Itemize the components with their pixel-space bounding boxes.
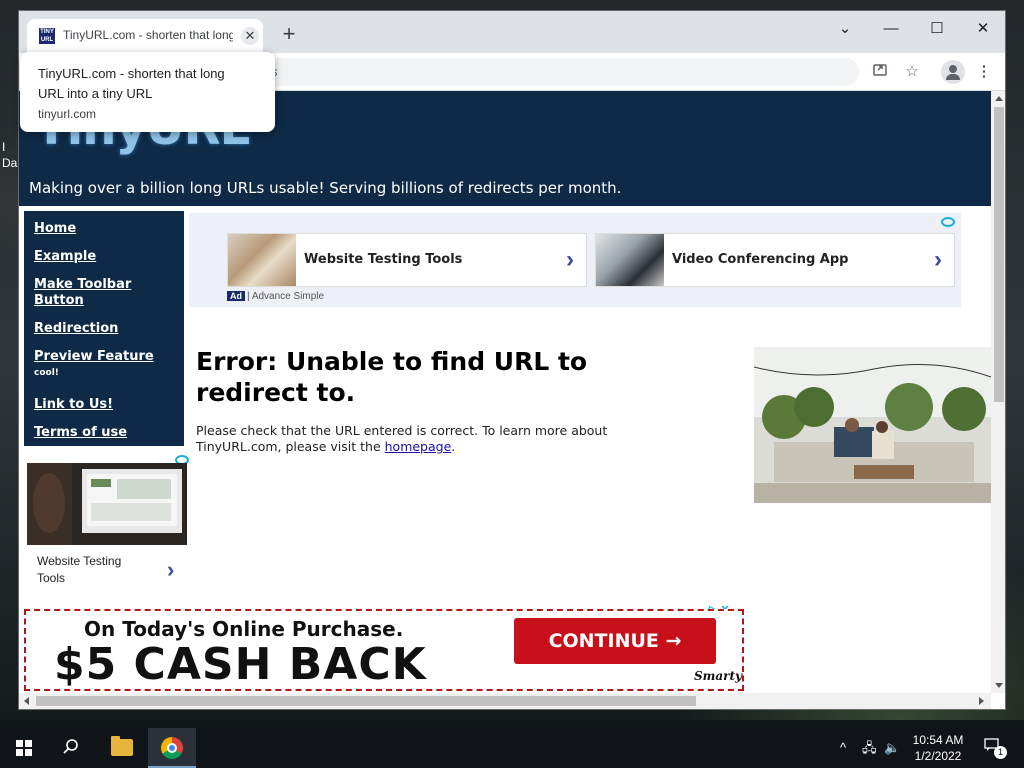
tooltip-title: TinyURL.com - shorten that long URL into… xyxy=(38,66,225,101)
volume-muted-icon[interactable]: 🔈 xyxy=(884,739,900,757)
notification-icon[interactable]: 1 xyxy=(984,738,1007,759)
address-bar[interactable]: s xyxy=(209,58,859,86)
side-ad[interactable]: Website Testing Tools › xyxy=(27,455,189,593)
chrome-taskbar-button[interactable] xyxy=(148,728,196,768)
new-tab-button[interactable]: + xyxy=(277,23,301,47)
tab-close-icon[interactable]: ✕ xyxy=(241,27,259,45)
star-icon[interactable]: ☆ xyxy=(901,61,923,83)
nav-link-toolbar-button[interactable]: Make Toolbar Button xyxy=(34,277,174,309)
vertical-scrollbar[interactable] xyxy=(991,91,1005,693)
adchoices-eye-icon[interactable] xyxy=(941,217,955,227)
ad-badge: Ad xyxy=(227,291,245,301)
tray-chevron-icon[interactable]: ^ xyxy=(840,739,846,757)
profile-icon[interactable] xyxy=(941,60,965,84)
scroll-left-icon[interactable] xyxy=(24,697,29,705)
horizontal-scrollbar[interactable] xyxy=(19,693,991,709)
search-icon[interactable] xyxy=(62,738,82,758)
chevron-right-icon: › xyxy=(167,557,175,582)
page-viewport: TinyURL Making over a billion long URLs … xyxy=(19,91,991,693)
scrollbar-thumb[interactable] xyxy=(994,107,1004,402)
ad-attribution-text: | Advance Simple xyxy=(247,291,325,302)
error-title: Error: Unable to find URL to redirect to… xyxy=(196,347,588,407)
tooltip-host: tinyurl.com xyxy=(38,107,97,121)
site-tagline: Making over a billion long URLs usable! … xyxy=(29,179,622,197)
scroll-up-icon[interactable] xyxy=(995,96,1003,101)
nav-link-preview-label: Preview Feature xyxy=(34,349,154,364)
chevron-right-icon: › xyxy=(566,246,574,273)
patio-ad-image[interactable] xyxy=(754,347,991,503)
nav-link-redirection[interactable]: Redirection xyxy=(34,321,174,337)
banner-offer: $5 CASH BACK xyxy=(54,639,427,690)
folder-icon xyxy=(111,736,133,756)
network-icon[interactable]: 🖧 xyxy=(862,739,877,757)
nav-link-example[interactable]: Example xyxy=(34,249,174,265)
scrollbar-thumb[interactable] xyxy=(36,696,696,706)
scroll-right-icon[interactable] xyxy=(979,697,984,705)
tab-strip: TINY URL TinyURL.com - shorten that long… xyxy=(19,11,1005,53)
close-window-button[interactable]: ✕ xyxy=(961,15,1005,43)
nav-link-home[interactable]: Home xyxy=(34,221,174,237)
clock-time: 10:54 AM xyxy=(912,733,964,747)
maximize-button[interactable]: ☐ xyxy=(915,15,959,43)
ad-card-website-testing[interactable]: Website Testing Tools › xyxy=(227,233,587,287)
share-icon[interactable] xyxy=(869,61,891,83)
homepage-link[interactable]: homepage xyxy=(385,439,452,454)
error-text: Please check that the URL entered is cor… xyxy=(196,423,636,455)
tab-search-chevron-icon[interactable]: ⌄ xyxy=(823,15,867,43)
desktop-icon-label[interactable]: I xyxy=(2,140,18,154)
bottom-banner-ad[interactable]: On Today's Online Purchase. $5 CASH BACK… xyxy=(24,609,744,691)
clock[interactable]: 10:54 AM 1/2/2022 xyxy=(906,732,970,764)
notification-count: 1 xyxy=(994,746,1007,759)
side-ad-image xyxy=(27,463,187,545)
tinyurl-favicon-icon: TINY URL xyxy=(39,28,55,44)
taskbar: ^ 🖧 🔈 10:54 AM 1/2/2022 1 xyxy=(0,728,1024,768)
continue-button[interactable]: CONTINUE → xyxy=(514,618,716,664)
tab-title: TinyURL.com - shorten that long URL into… xyxy=(63,28,233,42)
side-ad-label: Website Testing Tools xyxy=(37,554,122,585)
ad-attribution[interactable]: Ad | Advance Simple xyxy=(227,291,324,302)
ad-thumbnail xyxy=(596,234,664,286)
ad-thumbnail xyxy=(228,234,296,286)
ad-card-label: Website Testing Tools xyxy=(304,252,463,267)
ad-card-label: Video Conferencing App xyxy=(672,252,849,267)
ad-card-video-conferencing[interactable]: Video Conferencing App › xyxy=(595,233,955,287)
site-nav: Home Example Make Toolbar Button Redirec… xyxy=(24,211,184,446)
cool-badge: cool! xyxy=(34,368,59,378)
windows-start-icon[interactable] xyxy=(16,740,32,756)
banner-headline: On Today's Online Purchase. xyxy=(84,617,404,641)
tab-hover-tooltip: TinyURL.com - shorten that long URL into… xyxy=(20,52,275,132)
nav-link-preview[interactable]: Preview Feature cool! xyxy=(34,349,174,385)
minimize-button[interactable]: — xyxy=(869,15,913,43)
scroll-down-icon[interactable] xyxy=(995,683,1003,688)
tab-tinyurl[interactable]: TINY URL TinyURL.com - shorten that long… xyxy=(27,19,263,53)
clock-date: 1/2/2022 xyxy=(914,749,962,763)
nav-link-link-to-us[interactable]: Link to Us! xyxy=(34,397,174,413)
chrome-icon xyxy=(161,737,183,759)
chevron-right-icon: › xyxy=(934,246,942,273)
desktop-icon-label[interactable]: Da xyxy=(2,156,18,170)
nav-link-terms[interactable]: Terms of use xyxy=(34,425,174,441)
menu-icon[interactable]: ⋮ xyxy=(973,61,995,83)
file-explorer-button[interactable] xyxy=(98,728,146,768)
top-ad-block: Website Testing Tools › Video Conferenci… xyxy=(189,213,961,307)
error-text-end: . xyxy=(451,439,456,454)
banner-brand: Smarty xyxy=(694,669,742,683)
